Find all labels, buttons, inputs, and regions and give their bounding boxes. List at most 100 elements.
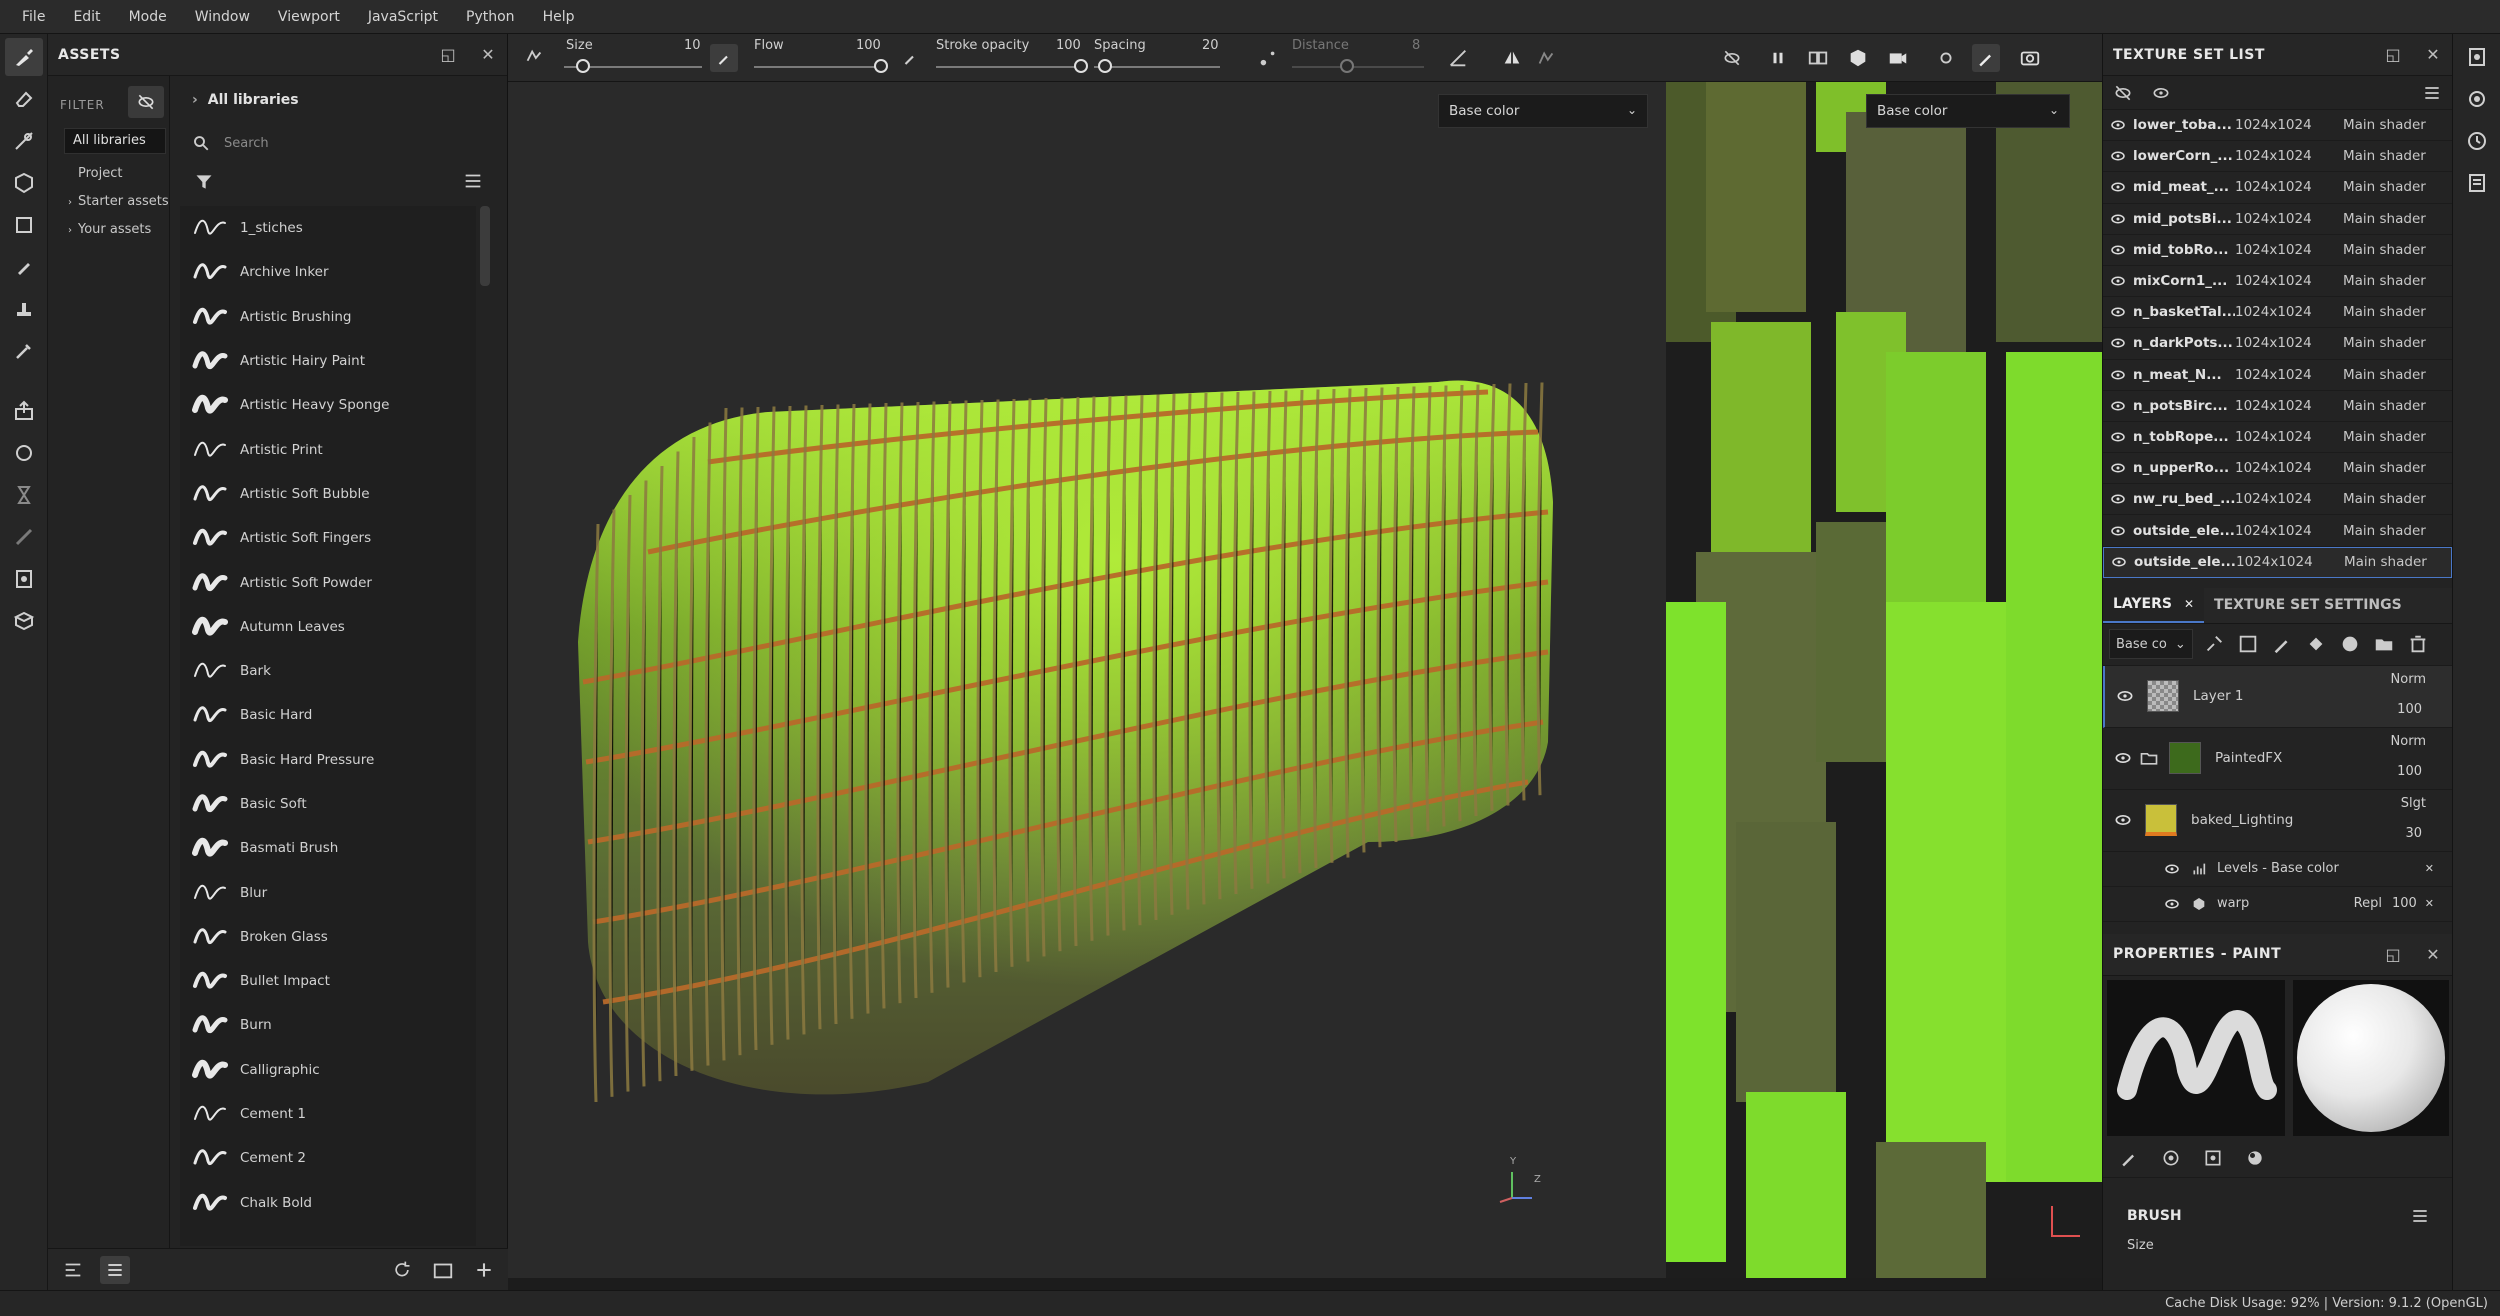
viewport-3d[interactable]: Base color ⌄ Y Z — [508, 82, 1666, 1278]
menu-help[interactable]: Help — [543, 9, 575, 25]
brush-list-item[interactable]: Artistic Hairy Paint — [180, 339, 476, 383]
spacing-slider-knob[interactable] — [1098, 59, 1112, 73]
texture-set-row[interactable]: n_meat_N... 1024x1024 Main shader — [2103, 360, 2452, 391]
brush-list-item[interactable]: Blur — [180, 870, 476, 914]
texture-set-row[interactable]: lowerCorn_... 1024x1024 Main shader — [2103, 141, 2452, 173]
stencil-tab-icon[interactable] — [2203, 1148, 2223, 1168]
eye-icon[interactable] — [2103, 397, 2133, 415]
layer-opacity[interactable]: 100 — [2397, 702, 2422, 717]
texture-set-row[interactable]: lower_toba... 1024x1024 Main shader — [2103, 110, 2452, 142]
alignment-button[interactable] — [1444, 44, 1472, 72]
filter-project[interactable]: Project — [78, 166, 122, 181]
flow-value[interactable]: 100 — [856, 38, 881, 53]
texture-set-row[interactable]: outside_ele... 1024x1024 Main shader — [2103, 546, 2452, 578]
brush-list-item[interactable]: Artistic Soft Powder — [180, 560, 476, 604]
material-tab-icon[interactable] — [2161, 1148, 2181, 1168]
eye-icon[interactable] — [2103, 459, 2133, 477]
eye-off-icon[interactable] — [2113, 83, 2133, 103]
brush-list-item[interactable]: Artistic Soft Fingers — [180, 516, 476, 560]
effect-name[interactable]: Levels - Base color — [2217, 861, 2339, 876]
stroke-opacity-value[interactable]: 100 — [1056, 38, 1081, 53]
add-paint-layer-icon[interactable] — [2271, 633, 2293, 655]
eye-icon[interactable] — [2103, 428, 2133, 446]
size-slider-knob[interactable] — [576, 59, 590, 73]
symmetry-button[interactable] — [1498, 44, 1526, 72]
brush-list-item[interactable]: Artistic Soft Bubble — [180, 472, 476, 516]
spacing-value[interactable]: 20 — [1202, 38, 1219, 53]
distance-slider[interactable] — [1292, 66, 1424, 68]
texture-set-shader[interactable]: Main shader — [2343, 523, 2426, 539]
stroke-opacity-slider[interactable] — [936, 66, 1082, 68]
texture-set-row[interactable]: outside_ele... 1024x1024 Main shader — [2103, 515, 2452, 547]
eye-icon[interactable] — [2103, 272, 2133, 290]
layer-opacity[interactable]: 30 — [2405, 826, 2422, 841]
menu-file[interactable]: File — [22, 9, 45, 25]
log-dock[interactable] — [2458, 164, 2496, 202]
viewport-2d-channel-select[interactable]: Base color ⌄ — [1866, 94, 2070, 128]
eye-icon[interactable] — [2113, 748, 2133, 768]
timer-tool[interactable] — [5, 476, 43, 514]
filter-toggle-button[interactable] — [128, 86, 164, 118]
shader-settings-dock[interactable] — [2458, 80, 2496, 118]
refresh-icon[interactable] — [392, 1260, 412, 1280]
texture-set-shader[interactable]: Main shader — [2343, 429, 2426, 445]
eye-icon[interactable] — [2103, 147, 2133, 165]
eye-icon[interactable] — [2115, 686, 2135, 706]
symmetry-preset-button[interactable] — [520, 44, 548, 72]
eye-icon[interactable] — [2151, 83, 2171, 103]
effect-row[interactable]: Levels - Base color ✕ — [2103, 852, 2452, 887]
brush-list-item[interactable]: Cement 2 — [180, 1136, 476, 1180]
distance-slider-knob[interactable] — [1340, 59, 1354, 73]
stroke-opacity-knob[interactable] — [1074, 59, 1088, 73]
texture-set-shader[interactable]: Main shader — [2343, 304, 2426, 320]
geometry-fill-tool[interactable] — [5, 164, 43, 202]
bake-tool[interactable] — [5, 434, 43, 472]
texture-set-row[interactable]: n_upperRo... 1024x1024 Main shader — [2103, 453, 2452, 485]
menu-icon[interactable] — [2422, 83, 2442, 103]
eye-icon[interactable] — [2104, 553, 2134, 571]
split-view-button[interactable] — [1804, 44, 1832, 72]
menu-edit[interactable]: Edit — [73, 9, 100, 25]
texture-set-shader[interactable]: Main shader — [2343, 242, 2426, 258]
layer-row[interactable]: Layer 1 Norm 100 — [2103, 665, 2452, 728]
pen-pressure-toggle[interactable] — [710, 44, 738, 72]
add-folder-icon[interactable] — [2373, 633, 2395, 655]
brush-list-scrollbar[interactable] — [480, 206, 490, 286]
menu-mode[interactable]: Mode — [129, 9, 167, 25]
lazy-mouse-toggle[interactable] — [1254, 44, 1282, 72]
viewport-2d[interactable]: Base color ⌄ — [1666, 82, 2102, 1278]
size-value[interactable]: 10 — [684, 38, 701, 53]
filter-all-libraries[interactable]: All libraries — [64, 128, 166, 154]
menu-javascript[interactable]: JavaScript — [368, 9, 438, 25]
brush-list-item[interactable]: Artistic Brushing — [180, 295, 476, 339]
add-effect-icon[interactable] — [2203, 633, 2225, 655]
close-icon[interactable]: ✕ — [2425, 862, 2434, 875]
eye-icon[interactable] — [2103, 241, 2133, 259]
color-picker-tool[interactable] — [5, 332, 43, 370]
paint-mode-button[interactable] — [1972, 44, 2000, 72]
smudge-tool[interactable] — [5, 248, 43, 286]
3d-view-button[interactable] — [1844, 44, 1872, 72]
effect-opacity[interactable]: 100 — [2392, 896, 2417, 911]
eye-icon[interactable] — [2103, 366, 2133, 384]
filter-your-assets[interactable]: › Your assets — [68, 222, 151, 237]
menu-python[interactable]: Python — [466, 9, 515, 25]
eraser-tool[interactable] — [5, 80, 43, 118]
close-icon[interactable]: ✕ — [2424, 945, 2442, 964]
eye-icon[interactable] — [2113, 810, 2133, 830]
layer-name[interactable]: baked_Lighting — [2191, 812, 2293, 828]
iray-button[interactable] — [1932, 44, 1960, 72]
texture-set-row[interactable]: n_tobRope... 1024x1024 Main shader — [2103, 422, 2452, 454]
menu-window[interactable]: Window — [195, 9, 250, 25]
texture-set-row[interactable]: mid_meat_... 1024x1024 Main shader — [2103, 172, 2452, 204]
filter-funnel-icon[interactable] — [194, 172, 214, 192]
brush-tab-icon[interactable] — [2119, 1148, 2139, 1168]
texture-set-shader[interactable]: Main shader — [2343, 367, 2426, 383]
distance-value[interactable]: 8 — [1412, 38, 1420, 53]
alpha-tab-icon[interactable] — [2245, 1148, 2265, 1168]
close-icon[interactable]: ✕ — [2424, 45, 2442, 64]
filter-starter-assets[interactable]: › Starter assets — [68, 194, 169, 209]
brush-list-item[interactable]: Cement 1 — [180, 1092, 476, 1136]
brush-list-item[interactable]: Bullet Impact — [180, 959, 476, 1003]
menu-viewport[interactable]: Viewport — [278, 9, 340, 25]
